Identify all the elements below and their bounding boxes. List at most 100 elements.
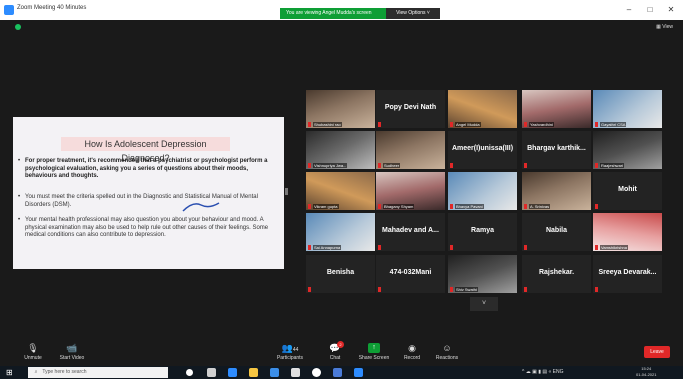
participant-name-label: Sai Annapurna bbox=[313, 245, 342, 250]
participant-tile[interactable]: Mohit bbox=[593, 172, 662, 210]
slide-bullet: • Your mental health professional may al… bbox=[18, 217, 269, 238]
start-video-label: Start Video bbox=[59, 355, 85, 361]
share-screen-icon: ↑ bbox=[368, 343, 380, 353]
task-view-icon[interactable] bbox=[207, 368, 216, 377]
search-placeholder: Type here to search bbox=[42, 369, 87, 375]
participant-tile[interactable]: Vamshikrishna bbox=[593, 213, 662, 251]
clock-date: 01-04-2021 bbox=[636, 372, 657, 377]
participant-tile[interactable]: Shiv Swathi bbox=[448, 255, 517, 293]
participant-tile[interactable]: A. Srinivas bbox=[522, 172, 591, 210]
participants-button[interactable]: 👥44 Participants bbox=[272, 340, 308, 361]
taskbar-clock[interactable]: 15:24 01-04-2021 bbox=[636, 366, 656, 378]
muted-mic-icon bbox=[524, 204, 527, 209]
muted-mic-icon bbox=[595, 287, 598, 292]
participant-tile[interactable]: Yashvardhini bbox=[522, 90, 591, 128]
app-icon[interactable] bbox=[291, 368, 300, 377]
muted-mic-icon bbox=[308, 122, 311, 127]
view-options-button[interactable]: View Options ˅ bbox=[386, 8, 440, 19]
participant-tile[interactable]: Raajeshwari bbox=[593, 131, 662, 169]
security-shield-icon[interactable] bbox=[15, 24, 21, 30]
muted-mic-icon bbox=[378, 204, 381, 209]
participant-tile[interactable]: Popy Devi Nath bbox=[376, 90, 445, 128]
close-button[interactable]: ✕ bbox=[664, 5, 678, 15]
participant-tile[interactable]: Sreeya Devarak... bbox=[593, 255, 662, 293]
participant-tile[interactable]: Nabila bbox=[522, 213, 591, 251]
viewing-banner: You are viewing Angel Mudda's screen bbox=[280, 8, 386, 19]
file-explorer-icon[interactable] bbox=[249, 368, 258, 377]
participant-name-label: Shubashini rao bbox=[313, 122, 342, 127]
participant-name-label: Vamshikrishna bbox=[600, 245, 628, 250]
muted-mic-icon bbox=[378, 163, 381, 168]
cortana-icon[interactable] bbox=[186, 369, 193, 376]
muted-mic-icon bbox=[450, 122, 453, 127]
muted-mic-icon bbox=[378, 287, 381, 292]
participants-icon: 👥44 bbox=[281, 343, 299, 353]
participant-name: Popy Devi Nath bbox=[384, 104, 437, 111]
word-icon[interactable] bbox=[333, 368, 342, 377]
reactions-icon: ☺ bbox=[442, 343, 452, 353]
share-screen-label: Share Screen bbox=[358, 355, 390, 361]
participant-tile[interactable]: Benisha bbox=[306, 255, 375, 293]
muted-mic-icon bbox=[450, 163, 453, 168]
minimize-button[interactable]: – bbox=[622, 5, 636, 15]
muted-mic-icon bbox=[378, 122, 381, 127]
video-off-icon: 📹 bbox=[66, 343, 78, 353]
windows-start-icon[interactable]: ⊞ bbox=[6, 368, 13, 377]
participant-tile[interactable]: Sudheer bbox=[376, 131, 445, 169]
participant-tile[interactable]: Mahadev and A... bbox=[376, 213, 445, 251]
participant-tile[interactable]: Shubashini rao bbox=[306, 90, 375, 128]
window-title: Zoom Meeting 40 Minutes bbox=[17, 5, 87, 11]
muted-mic-icon bbox=[450, 204, 453, 209]
participant-tile[interactable]: Ramya bbox=[448, 213, 517, 251]
participant-name: Nabila bbox=[545, 227, 567, 234]
participant-tile[interactable]: Angel Mudda bbox=[448, 90, 517, 128]
unmute-button[interactable]: 🎙 Unmute bbox=[18, 340, 48, 361]
zoom-taskbar-icon[interactable] bbox=[354, 368, 363, 377]
participant-tile[interactable]: 474-032Mani bbox=[376, 255, 445, 293]
slide-bullet: • You must meet the criteria spelled out… bbox=[18, 194, 258, 208]
record-button[interactable]: ◉ Record bbox=[398, 340, 426, 361]
participant-tile[interactable]: Vikram gupta bbox=[306, 172, 375, 210]
participant-tile[interactable]: Sai Annapurna bbox=[306, 213, 375, 251]
chrome-icon[interactable] bbox=[312, 368, 321, 377]
start-video-button[interactable]: 📹 Start Video bbox=[56, 340, 88, 361]
slide-title: How Is Adolescent Depression Diagnosed? bbox=[61, 137, 230, 163]
participant-name: Mohit bbox=[618, 186, 637, 193]
meeting-toolbar: 🎙 Unmute 📹 Start Video 👥44 Participants … bbox=[0, 340, 683, 366]
participant-tile[interactable]: Gayathri CSA bbox=[593, 90, 662, 128]
store-icon[interactable] bbox=[270, 368, 279, 377]
participant-tile[interactable]: Bhagany Shyam bbox=[376, 172, 445, 210]
maximize-button[interactable]: □ bbox=[643, 5, 657, 15]
view-toggle-button[interactable]: ▦ View bbox=[656, 24, 673, 30]
chat-button[interactable]: 💬 2 Chat bbox=[318, 340, 352, 361]
panel-resize-handle[interactable] bbox=[285, 188, 288, 195]
system-tray[interactable]: ^ ☁ ▣ ▮ ▤ « ENG bbox=[522, 369, 564, 375]
slide-bullet: • For proper treatment, it's recommended… bbox=[18, 158, 268, 179]
chat-label: Chat bbox=[329, 355, 341, 361]
participant-tile[interactable]: Ameer(I)unissa(III) bbox=[448, 131, 517, 169]
participant-name: Ameer(I)unissa(III) bbox=[451, 145, 514, 152]
muted-mic-icon bbox=[450, 287, 453, 292]
windows-taskbar: ⊞ ⌕ Type here to search ^ ☁ ▣ ▮ ▤ « ENG … bbox=[0, 366, 683, 379]
participant-tile[interactable]: Bhavya Pavani bbox=[448, 172, 517, 210]
participant-name: Rajshekar. bbox=[538, 269, 575, 276]
record-label: Record bbox=[403, 355, 421, 361]
leave-meeting-button[interactable]: Leave bbox=[644, 346, 670, 358]
gallery-scroll-down-button[interactable]: ˅ bbox=[470, 297, 498, 311]
taskbar-search-input[interactable]: ⌕ Type here to search bbox=[28, 367, 168, 378]
muted-mic-icon bbox=[524, 122, 527, 127]
participant-tile[interactable]: Vishnupriya Jwa... bbox=[306, 131, 375, 169]
edge-browser-icon[interactable] bbox=[228, 368, 237, 377]
unmute-label: Unmute bbox=[24, 355, 42, 361]
reactions-button[interactable]: ☺ Reactions bbox=[432, 340, 462, 361]
chat-unread-badge: 2 bbox=[337, 341, 344, 348]
participant-tile[interactable]: Rajshekar. bbox=[522, 255, 591, 293]
participant-name-label: Bhagany Shyam bbox=[383, 204, 415, 209]
share-screen-button[interactable]: ↑ Share Screen bbox=[356, 340, 392, 361]
muted-mic-icon bbox=[595, 245, 598, 250]
participant-name: 474-032Mani bbox=[389, 269, 432, 276]
participant-tile[interactable]: Bhargav karthik... bbox=[522, 131, 591, 169]
muted-mic-icon bbox=[450, 245, 453, 250]
participant-name-label: A. Srinivas bbox=[529, 204, 551, 209]
participant-name-label: Angel Mudda bbox=[455, 122, 481, 127]
